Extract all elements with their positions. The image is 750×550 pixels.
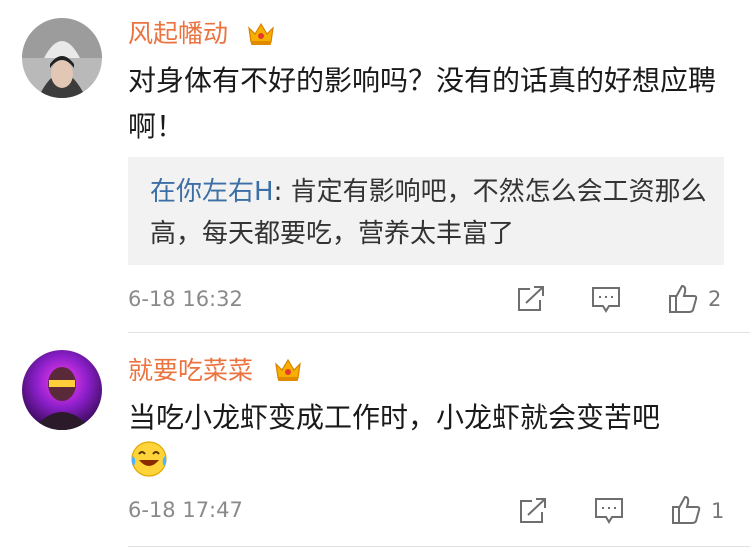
comment-icon[interactable]: [593, 496, 625, 530]
thumbs-up-icon[interactable]: [670, 494, 702, 530]
laughing-tears-emoji: [130, 440, 168, 478]
crown-badge-icon: [273, 357, 303, 383]
timestamp: 6-18 17:47: [128, 498, 243, 522]
divider: [128, 546, 750, 547]
like-count: 1: [711, 499, 725, 523]
username[interactable]: 就要吃菜菜: [128, 354, 253, 388]
share-icon[interactable]: [518, 497, 548, 529]
comment-item: 就要吃菜菜 当吃小龙虾变成工作时，小龙虾就会变苦吧 6-18 17:47 1: [0, 0, 750, 550]
comment-text: 当吃小龙虾变成工作时，小龙虾就会变苦吧: [128, 401, 661, 434]
avatar[interactable]: [22, 350, 102, 430]
